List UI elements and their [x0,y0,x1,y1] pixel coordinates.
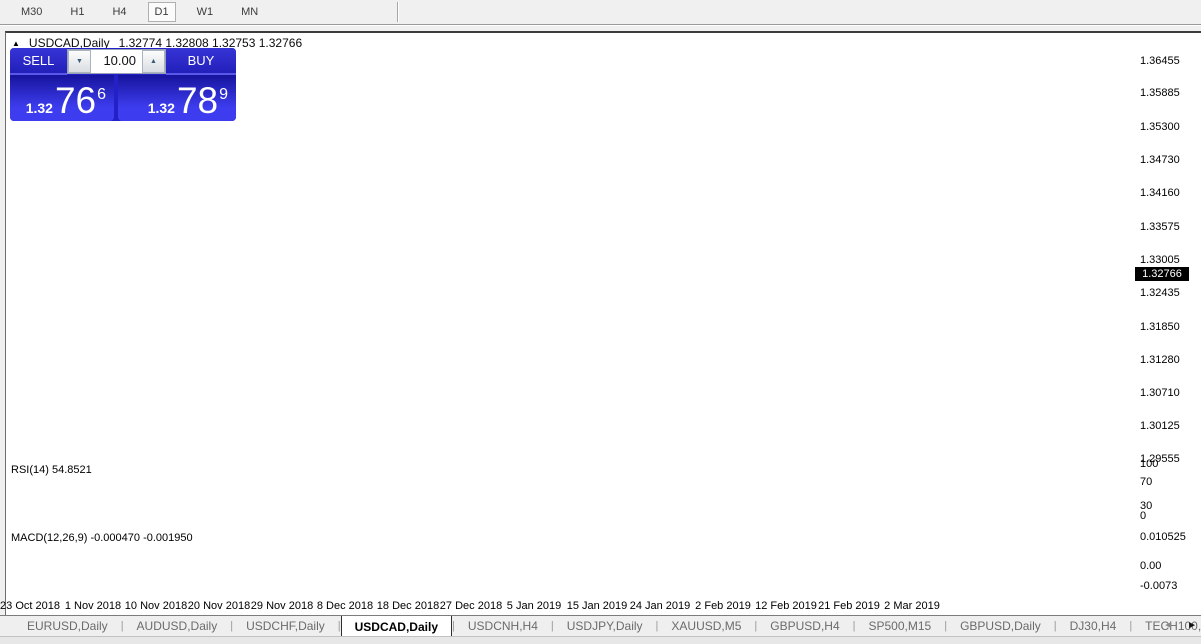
price-axis-tick: 1.34730 [1140,154,1180,166]
tab-dj30-h4[interactable]: DJ30,H4 [1057,616,1130,637]
tab-gbpusd-h4[interactable]: GBPUSD,H4 [757,616,852,637]
price-axis-tick: 1.34160 [1140,187,1180,199]
price-axis-tick: 1.30710 [1140,387,1180,399]
date-axis-tick: 12 Feb 2019 [755,600,817,612]
timeframe-button-d1[interactable]: D1 [148,2,176,22]
tab-usdcad-daily[interactable]: USDCAD,Daily [341,615,452,637]
volume-spinner: ▼ 10.00 ▲ [67,49,166,74]
date-axis-tick: 2 Mar 2019 [884,600,940,612]
macd-axis-tick: -0.0073 [1140,580,1177,592]
volume-decrease-button[interactable]: ▼ [68,50,91,73]
date-axis-tick: 8 Dec 2018 [317,600,373,612]
timeframe-button-mn[interactable]: MN [234,2,265,22]
date-axis-tick: 15 Jan 2019 [567,600,628,612]
timeframe-button-h4[interactable]: H4 [105,2,133,22]
tab-scroll-arrows: ◄ ► [1163,616,1197,636]
chart-tab-bar: EURUSD,Daily|AUDUSD,Daily|USDCHF,Daily|U… [0,615,1201,637]
date-axis-tick: 18 Dec 2018 [377,600,439,612]
rsi-axis-tick: 70 [1140,476,1152,488]
date-axis-tick: 10 Nov 2018 [125,600,187,612]
price-axis-tick: 1.36455 [1140,55,1180,67]
mt4-window: M30H1H4D1W1MN ▲ USDCAD,Daily 1.32774 1.3… [0,0,1201,643]
sell-price-big: 76 [55,84,96,118]
one-click-trade-panel: SELL ▼ 10.00 ▲ BUY 1.32 76 6 1.32 78 9 [10,48,236,121]
date-axis-tick: 23 Oct 2018 [0,600,60,612]
timeframe-button-m30[interactable]: M30 [14,2,49,22]
date-axis-tick: 24 Jan 2019 [630,600,691,612]
timeframe-toolbar: M30 H1 H4 D1 W1 MN [0,0,1201,25]
sell-price-sup: 6 [97,86,106,104]
date-axis-tick: 2 Feb 2019 [695,600,751,612]
tab-scroll-left-icon[interactable]: ◄ [1163,616,1173,636]
rsi-label: RSI(14) 54.8521 [11,464,92,476]
tab-usdjpy-daily[interactable]: USDJPY,Daily [554,616,656,637]
date-axis-tick: 1 Nov 2018 [65,600,121,612]
tab-scroll-right-icon[interactable]: ► [1187,616,1197,636]
volume-increase-button[interactable]: ▲ [142,50,165,73]
tab-xauusd-m5[interactable]: XAUUSD,M5 [658,616,754,637]
tab-gbpusd-daily[interactable]: GBPUSD,Daily [947,616,1054,637]
sell-button[interactable]: SELL [10,48,67,75]
sell-price-tile[interactable]: 1.32 76 6 [10,75,114,121]
price-axis-tick: 1.32435 [1140,287,1180,299]
current-price-tag: 1.32766 [1135,267,1189,281]
tab-usdchf-daily[interactable]: USDCHF,Daily [233,616,338,637]
tab-usdcnh-h4[interactable]: USDCNH,H4 [455,616,551,637]
volume-input[interactable]: 10.00 [91,50,142,73]
date-axis-tick: 5 Jan 2019 [507,600,561,612]
toolbar-separator [397,2,399,22]
buy-price-sup: 9 [219,86,228,104]
buy-button[interactable]: BUY [166,48,236,75]
macd-axis-tick: 0.010525 [1140,531,1186,543]
macd-label: MACD(12,26,9) -0.000470 -0.001950 [11,532,193,544]
rsi-axis-tick: 100 [1140,458,1158,470]
timeframe-button-w1[interactable]: W1 [190,2,221,22]
price-axis-tick: 1.31280 [1140,354,1180,366]
date-axis-tick: 20 Nov 2018 [188,600,250,612]
price-axis-tick: 1.33005 [1140,254,1180,266]
price-axis-tick: 1.35300 [1140,121,1180,133]
date-axis-tick: 29 Nov 2018 [251,600,313,612]
macd-axis-tick: 0.00 [1140,560,1161,572]
price-axis-tick: 1.31850 [1140,321,1180,333]
timeframe-button-h1[interactable]: H1 [63,2,91,22]
price-axis-tick: 1.35885 [1140,87,1180,99]
buy-price-prefix: 1.32 [148,100,175,116]
price-axis-tick: 1.30125 [1140,420,1180,432]
buy-price-big: 78 [177,84,218,118]
price-axis-tick: 1.33575 [1140,221,1180,233]
buy-price-tile[interactable]: 1.32 78 9 [118,75,236,121]
date-axis-tick: 27 Dec 2018 [440,600,502,612]
date-axis-tick: 21 Feb 2019 [818,600,880,612]
sell-price-prefix: 1.32 [26,100,53,116]
tab-sp500-m15[interactable]: SP500,M15 [856,616,945,637]
tab-eurusd-daily[interactable]: EURUSD,Daily [14,616,121,637]
rsi-axis-tick: 0 [1140,510,1146,522]
tab-audusd-daily[interactable]: AUDUSD,Daily [124,616,231,637]
collapse-chart-icon[interactable]: ▲ [12,39,20,48]
